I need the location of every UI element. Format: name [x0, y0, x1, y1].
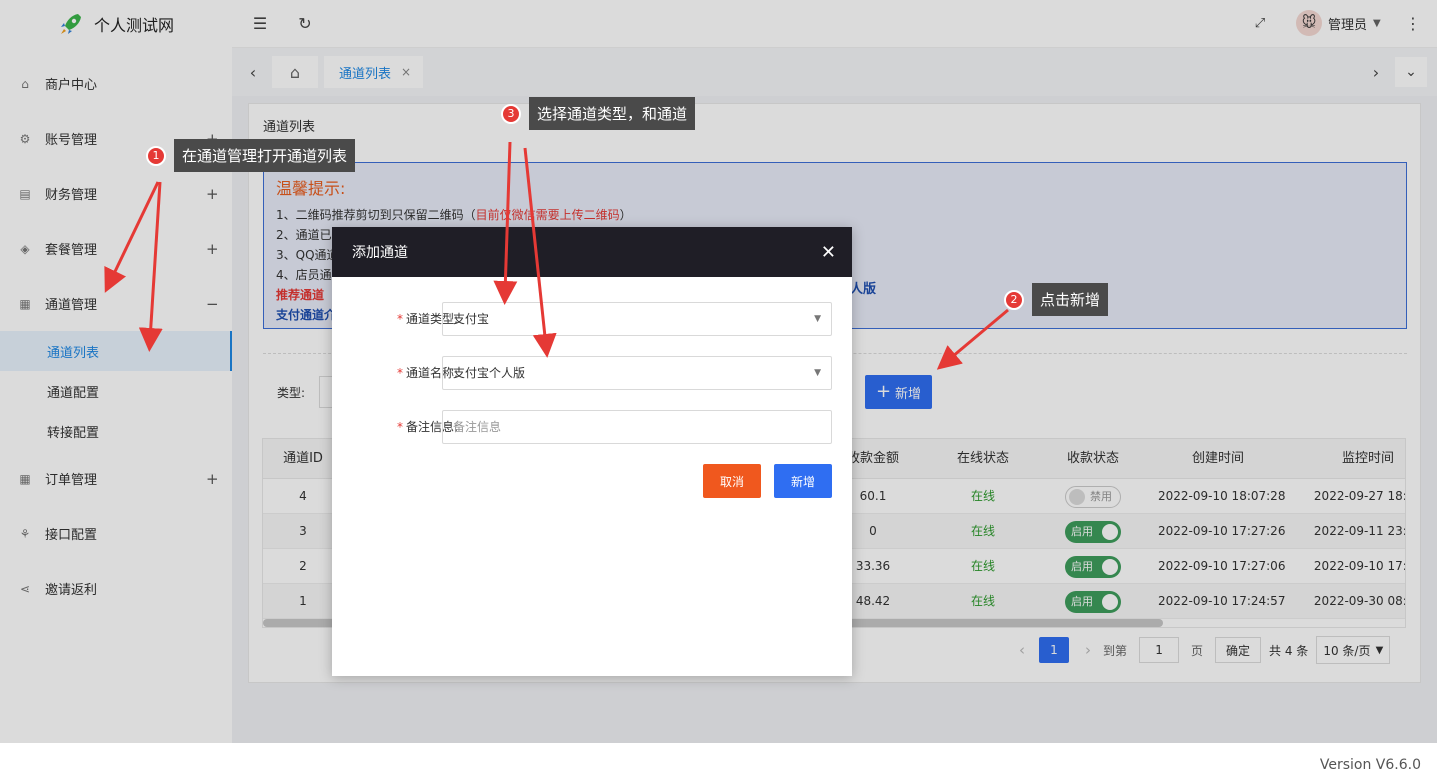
callout-2: 2 点击新增 [1004, 283, 1109, 316]
dialog-title: 添加通道 [352, 245, 408, 261]
caret-down-icon: ▼ [814, 368, 821, 378]
note-input[interactable]: 备注信息 [442, 410, 832, 444]
channel-name-select[interactable]: 支付宝个人版 ▼ [442, 356, 832, 390]
select-value: 支付宝个人版 [453, 366, 526, 380]
select-value: 支付宝 [453, 312, 490, 326]
callout-text: 在通道管理打开通道列表 [174, 139, 356, 172]
add-channel-dialog: 添加通道 ✕ * 通道类型: 支付宝 ▼ * 通道名称: 支付宝个人版 ▼ * 备注信息:… [332, 227, 852, 676]
channel-type-select[interactable]: 支付宝 ▼ [442, 302, 832, 336]
submit-button[interactable]: 新增 [774, 464, 832, 498]
callout-text: 选择通道类型，和通道 [529, 97, 696, 130]
form-row-name: * 通道名称: 支付宝个人版 ▼ [332, 356, 852, 390]
callout-number: 3 [501, 103, 521, 124]
callout-text: 点击新增 [1032, 283, 1109, 316]
callout-number: 1 [146, 145, 166, 166]
required-mark: * [396, 366, 403, 380]
caret-down-icon: ▼ [814, 314, 821, 324]
required-mark: * [396, 312, 403, 326]
required-mark: * [396, 420, 403, 434]
callout-1: 1 在通道管理打开通道列表 [146, 139, 356, 172]
dialog-header: 添加通道 ✕ [332, 227, 852, 277]
callout-number: 2 [1004, 289, 1024, 310]
callout-3: 3 选择通道类型，和通道 [501, 97, 696, 130]
close-icon[interactable]: ✕ [821, 242, 836, 263]
form-row-type: * 通道类型: 支付宝 ▼ [332, 302, 852, 336]
cancel-button[interactable]: 取消 [703, 464, 761, 498]
version-text: Version V6.6.0 [1319, 757, 1421, 773]
form-row-note: * 备注信息: 备注信息 [332, 410, 852, 444]
footer: Version V6.6.0 [232, 743, 1437, 783]
